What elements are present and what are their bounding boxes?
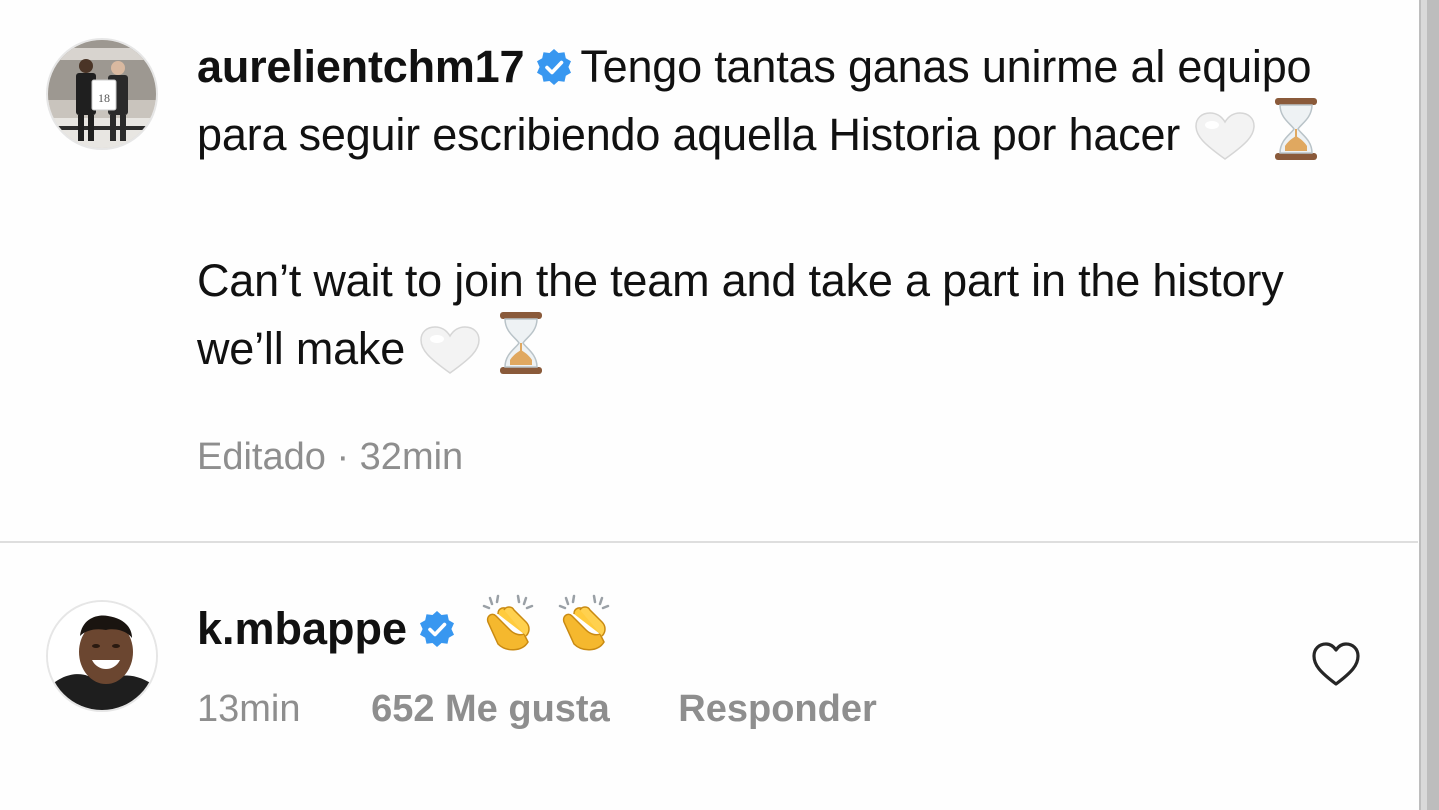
verified-badge-icon [417,604,457,647]
comment-username[interactable]: k.mbappe [197,603,407,654]
white-heart-icon [417,326,483,390]
hourglass-icon [496,310,546,390]
caption-text: aurelientchm17 Tengo tantas ganas unirme… [197,38,1357,390]
heart-outline-icon[interactable] [1310,640,1362,690]
avatar[interactable]: 18 [46,38,158,150]
instagram-comments-page: 18 aurelientchm17 Tengo tantas ganas uni… [0,0,1439,810]
caption-username[interactable]: aurelientchm17 [197,41,525,92]
divider [0,541,1418,543]
comment-likes[interactable]: 652 Me gusta [371,688,610,731]
comment-avatar[interactable] [46,600,158,712]
comment-meta: 13min 652 Me gusta Responder [197,688,877,731]
comment-time[interactable]: 13min [197,688,301,731]
verified-badge-icon [534,43,574,85]
reply-button[interactable]: Responder [678,688,876,731]
comment-line: k.mbappe [197,592,616,671]
caption-time[interactable]: 32min [360,436,464,478]
white-heart-icon [1192,112,1258,176]
hourglass-icon [1271,96,1321,176]
scrollbar-thumb[interactable] [1421,0,1427,810]
caption-meta: Editado · 32min [197,436,463,479]
avatar-photo: 18 [48,40,156,148]
meta-separator: · [336,436,350,478]
caption-text-en: Can’t wait to join the team and take a p… [197,255,1284,374]
clapping-hands-icon [552,592,616,671]
avatar-photo [48,602,156,710]
svg-text:18: 18 [98,91,110,105]
clapping-hands-icon [476,592,540,671]
edited-label: Editado [197,436,326,478]
